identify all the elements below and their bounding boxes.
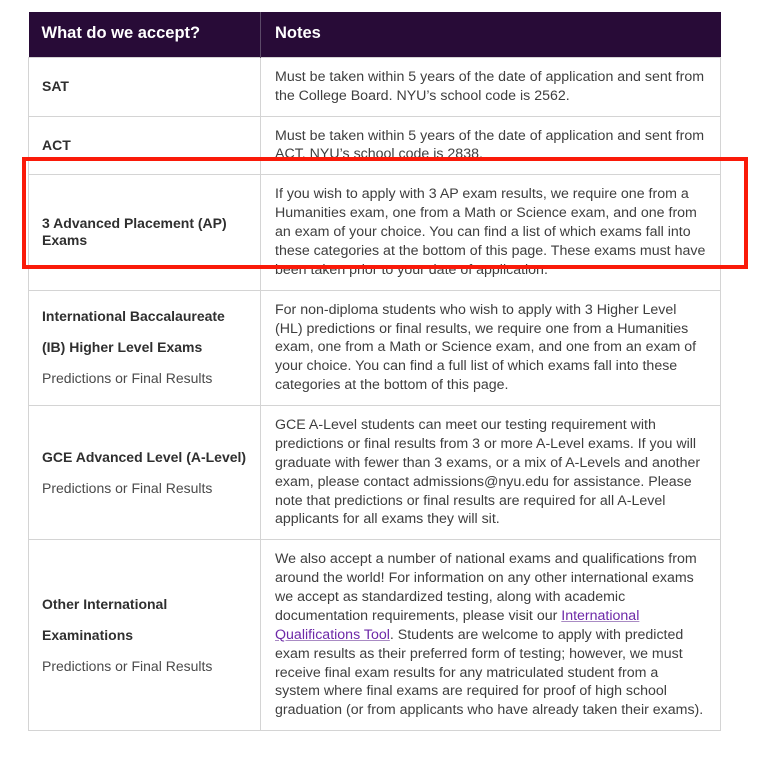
row-label-subtitle: Predictions or Final Results [42,370,213,387]
table-row: 3 Advanced Placement (AP) Exams If you w… [28,174,721,291]
testing-requirements-table: What do we accept? Notes SAT Must be tak… [28,12,721,732]
row-label-subtitle: Predictions or Final Results [42,657,213,674]
column-header-notes: Notes [260,12,721,58]
row-label-other-international: Other International Examinations Predict… [28,539,261,732]
table-row: International Baccalaureate (IB) Higher … [28,289,721,407]
row-label-subtitle: Predictions or Final Results [42,479,213,496]
column-header-what-do-we-accept: What do we accept? [28,12,261,58]
table-row: SAT Must be taken within 5 years of the … [28,56,721,117]
row-label-gce-a-level: GCE Advanced Level (A-Level) Predictions… [28,405,261,541]
table-row: ACT Must be taken within 5 years of the … [28,115,721,176]
table-header: What do we accept? Notes [28,12,721,58]
table-header-row: What do we accept? Notes [28,12,721,58]
table-row: GCE Advanced Level (A-Level) Predictions… [28,405,721,541]
admissions-email-text: admissions@nyu.edu [413,473,549,490]
row-notes-sat: Must be taken within 5 years of the date… [260,56,721,117]
row-label-ap-exams: 3 Advanced Placement (AP) Exams [28,174,261,291]
table-body: SAT Must be taken within 5 years of the … [28,56,721,732]
row-notes-ib-higher-level: For non-diploma students who wish to app… [260,289,721,407]
row-label-sat: SAT [28,56,261,117]
table-row: Other International Examinations Predict… [28,539,721,732]
row-notes-act: Must be taken within 5 years of the date… [260,115,721,176]
row-notes-ap-exams: If you wish to apply with 3 AP exam resu… [260,174,721,291]
row-label-title: Other International Examinations [42,595,168,643]
row-label-ib-higher-level: International Baccalaureate (IB) Higher … [28,289,261,407]
row-label-title: GCE Advanced Level (A-Level) [42,448,247,465]
row-label-title: International Baccalaureate (IB) Higher … [42,308,225,356]
row-label-title: 3 Advanced Placement (AP) Exams [42,214,227,249]
testing-requirements-table-container: What do we accept? Notes SAT Must be tak… [28,12,721,732]
row-notes-other-international: We also accept a number of national exam… [260,539,721,732]
row-label-act: ACT [28,115,261,176]
row-notes-gce-a-level: GCE A-Level students can meet our testin… [260,405,721,541]
